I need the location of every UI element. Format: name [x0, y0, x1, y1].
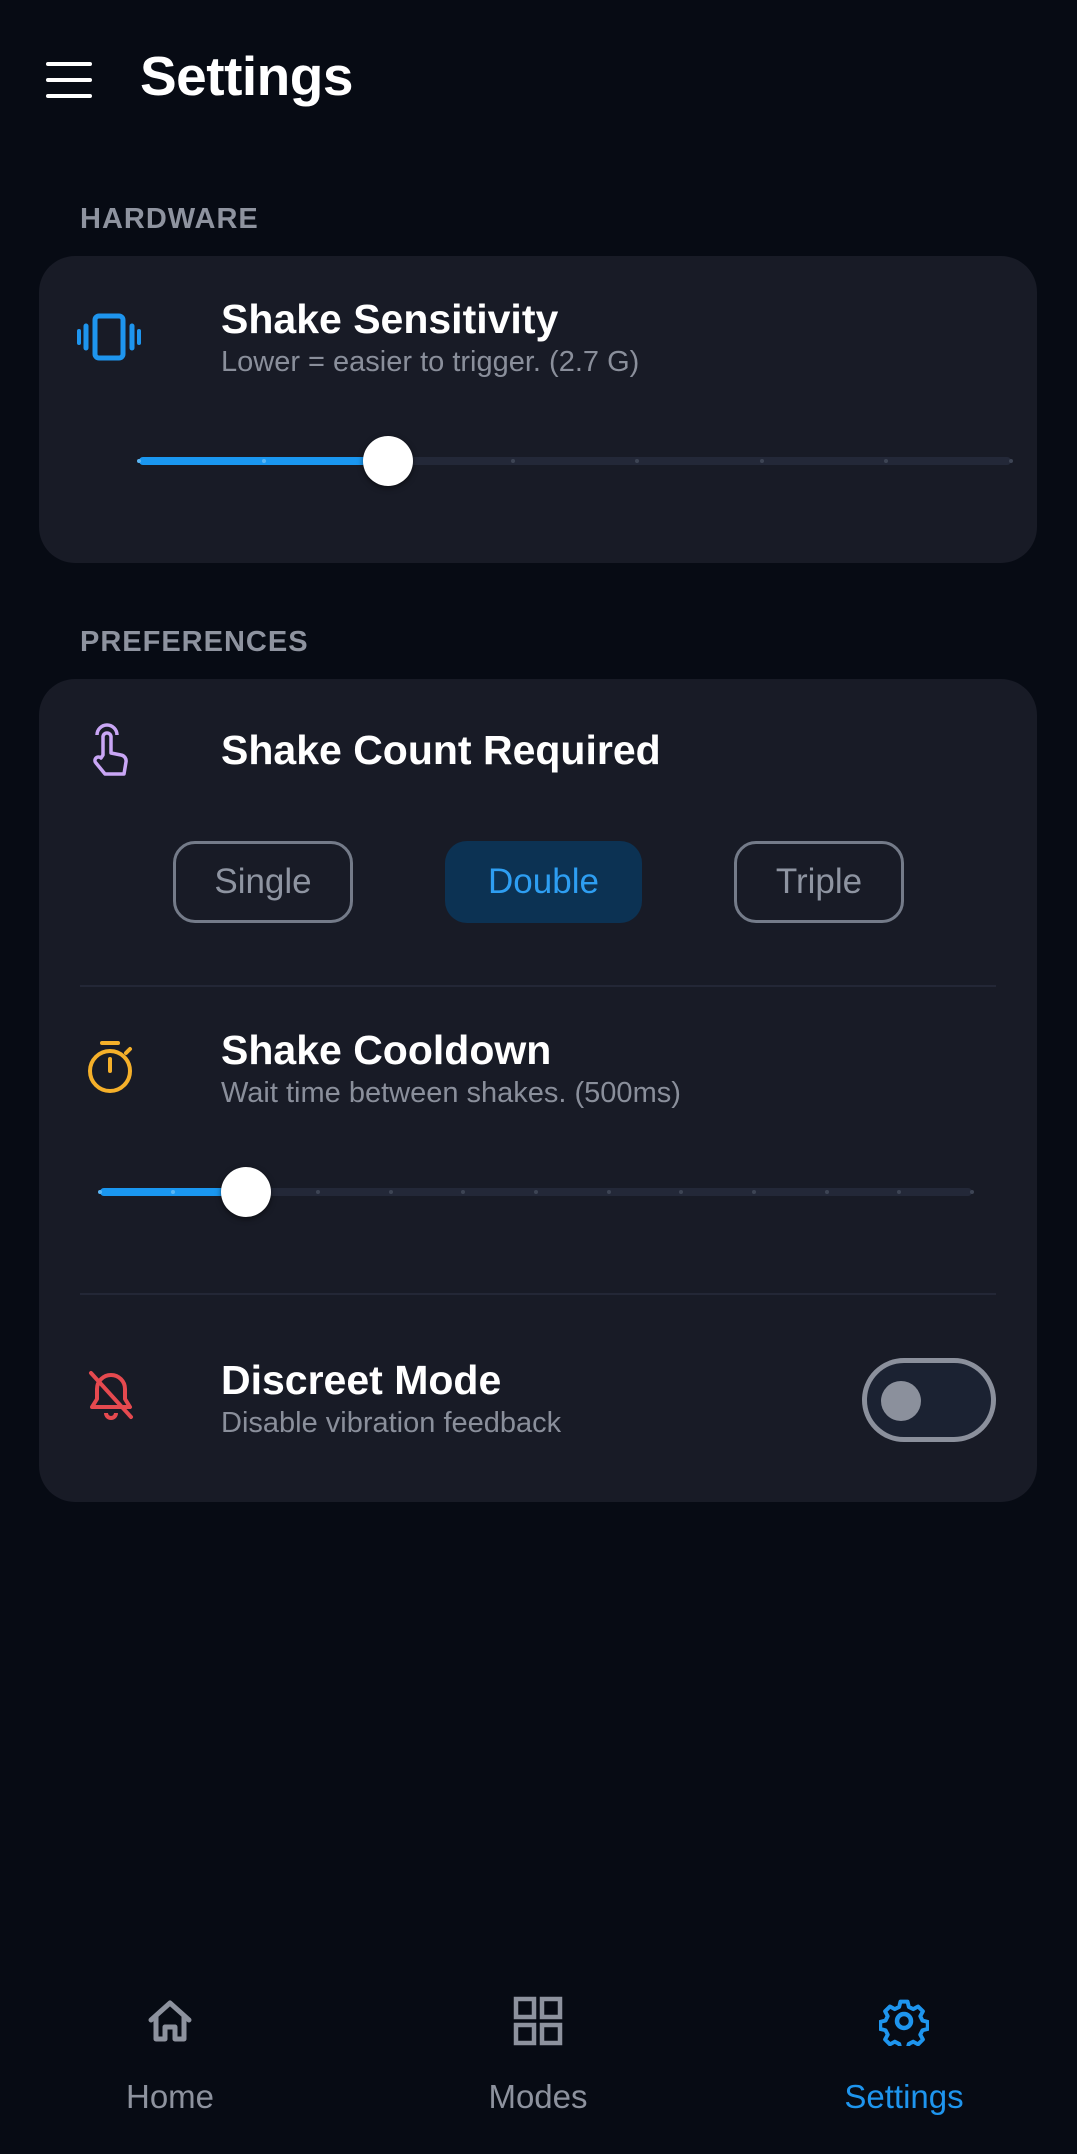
discreet-mode-subtitle: Disable vibration feedback — [221, 1407, 562, 1439]
nav-settings-label: Settings — [844, 2078, 964, 2115]
slider-step-dot — [137, 459, 141, 463]
nav-home[interactable]: Home — [60, 1960, 280, 2154]
slider-step-dot — [388, 1190, 393, 1194]
vibration-icon — [77, 313, 141, 361]
slider-step-dot — [824, 1190, 829, 1194]
nav-home-label: Home — [125, 2078, 215, 2115]
divider — [80, 985, 996, 987]
shake-cooldown-slider[interactable] — [98, 1167, 974, 1217]
section-label-preferences: PREFERENCES — [80, 626, 309, 658]
app-bar: Settings — [0, 0, 1077, 160]
option-triple-button[interactable]: Triple — [734, 841, 904, 923]
tap-gesture-icon — [93, 723, 128, 776]
gear-icon — [879, 1999, 929, 2046]
section-label-hardware: HARDWARE — [80, 203, 259, 235]
discreet-mode-toggle[interactable] — [862, 1358, 996, 1442]
toggle-knob — [881, 1381, 921, 1421]
hamburger-menu-icon[interactable] — [46, 62, 92, 98]
shake-cooldown-subtitle: Wait time between shakes. (500ms) — [221, 1077, 681, 1109]
slider-thumb[interactable] — [363, 436, 414, 486]
slider-step-dot — [970, 1190, 974, 1194]
bottom-navigation: Home Modes Settings — [0, 1960, 1077, 2154]
hardware-card: Shake Sensitivity Lower = easier to trig… — [39, 256, 1037, 563]
slider-step-dot — [510, 459, 515, 463]
slider-step-dot — [316, 1190, 320, 1194]
slider-step-dot — [534, 1190, 538, 1194]
stopwatch-icon — [88, 1041, 132, 1093]
grid-icon — [513, 1996, 563, 2046]
slider-step-dot — [752, 1190, 756, 1194]
slider-thumb[interactable] — [220, 1167, 271, 1217]
nav-modes[interactable]: Modes — [428, 1960, 648, 2154]
shake-sensitivity-subtitle: Lower = easier to trigger. (2.7 G) — [221, 346, 640, 378]
shake-count-title: Shake Count Required — [221, 727, 661, 773]
bell-off-icon — [89, 1371, 133, 1420]
nav-modes-label: Modes — [488, 2078, 588, 2115]
divider — [80, 1293, 996, 1295]
slider-step-dot — [606, 1190, 611, 1194]
slider-step-dot — [261, 459, 266, 463]
nav-settings[interactable]: Settings — [794, 1960, 1014, 2154]
option-double-button[interactable]: Double — [445, 841, 642, 923]
slider-step-dot — [759, 459, 764, 463]
discreet-mode-title: Discreet Mode — [221, 1357, 502, 1403]
shake-cooldown-title: Shake Cooldown — [221, 1027, 552, 1073]
slider-step-dot — [1009, 459, 1013, 463]
home-icon — [148, 2000, 192, 2042]
option-single-button[interactable]: Single — [173, 841, 353, 923]
shake-sensitivity-slider[interactable] — [137, 436, 1013, 486]
page-title: Settings — [140, 45, 353, 107]
slider-step-dot — [170, 1190, 175, 1194]
shake-sensitivity-title: Shake Sensitivity — [221, 296, 559, 342]
slider-step-dot — [98, 1190, 102, 1194]
